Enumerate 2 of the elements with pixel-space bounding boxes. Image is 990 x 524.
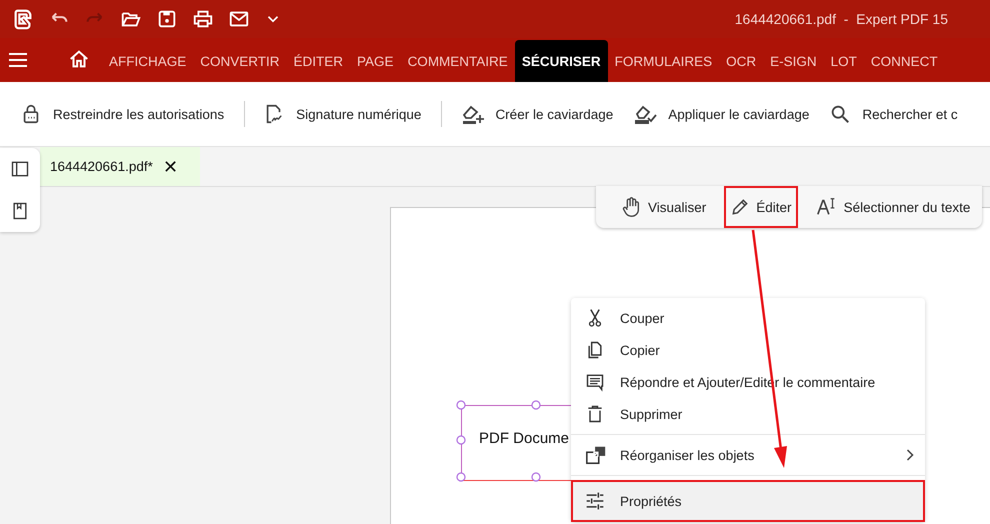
- window-title: 1644420661.pdf - Expert PDF 15: [734, 11, 948, 27]
- text-box-text: PDF Docume: [479, 430, 570, 447]
